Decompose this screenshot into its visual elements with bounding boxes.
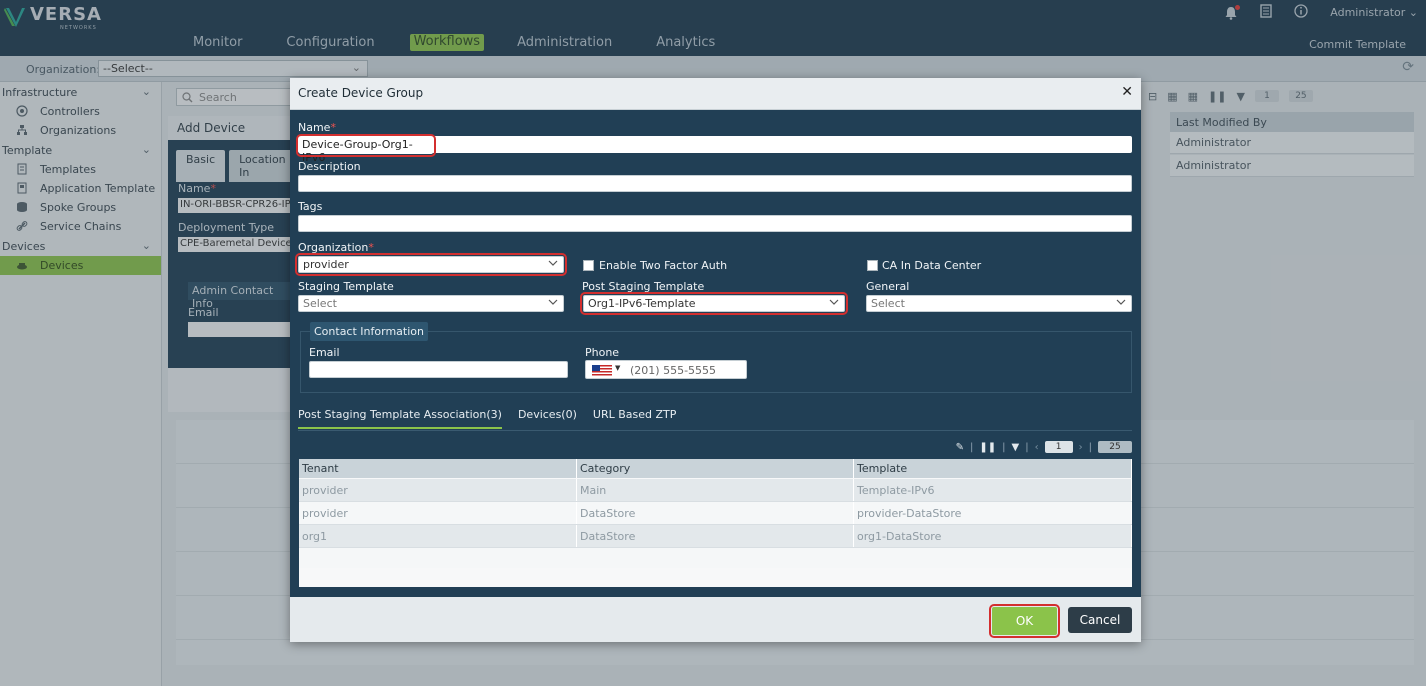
prev-page-icon[interactable]: ‹ (1035, 442, 1039, 453)
contact-phone-label: Phone (585, 346, 620, 359)
page-size-select[interactable]: 25 (1098, 441, 1132, 453)
column-header-tenant[interactable]: Tenant (299, 459, 577, 478)
cell-template: Template-IPv6 (854, 479, 1132, 501)
association-tabs: Post Staging Template Association(3) Dev… (298, 408, 676, 429)
phone-field[interactable]: ▼ (201) 555-5555 (585, 360, 747, 379)
description-field[interactable] (298, 175, 1132, 192)
ca-in-data-center-label: CA In Data Center (882, 259, 982, 272)
post-staging-template-value: Org1-IPv6-Template (588, 297, 696, 310)
grid-toolbar: ✎ | ❚❚ | ▼ | ‹ 1 › | 25 (938, 439, 1132, 455)
column-header-template[interactable]: Template (854, 459, 1132, 478)
us-flag-icon[interactable] (592, 365, 612, 376)
close-icon[interactable]: ✕ (1121, 84, 1133, 100)
filter-icon[interactable]: ▼ (1012, 442, 1020, 453)
staging-template-dropdown[interactable]: Select (298, 295, 564, 312)
dialog-header: Create Device Group ✕ (290, 78, 1141, 110)
toolbar-separator: | (1088, 441, 1092, 453)
cell-template: org1-DataStore (854, 525, 1132, 547)
table-row[interactable]: provider DataStore provider-DataStore (299, 502, 1132, 525)
cancel-button[interactable]: Cancel (1068, 607, 1132, 633)
page-number[interactable]: 1 (1044, 441, 1073, 453)
empty-row (299, 548, 1132, 568)
edit-icon[interactable]: ✎ (956, 442, 964, 453)
two-factor-label: Enable Two Factor Auth (599, 259, 728, 272)
tab-divider (298, 430, 1132, 431)
two-factor-checkbox[interactable] (583, 260, 594, 271)
chevron-down-icon (1116, 299, 1126, 305)
caret-down-icon[interactable]: ▼ (615, 364, 620, 372)
next-page-icon[interactable]: › (1079, 442, 1083, 453)
general-dropdown[interactable]: Select (866, 295, 1132, 312)
tab-url-based-ztp[interactable]: URL Based ZTP (593, 408, 676, 429)
ca-in-data-center-checkbox[interactable] (867, 260, 878, 271)
cell-template: provider-DataStore (854, 502, 1132, 524)
table-row[interactable]: provider Main Template-IPv6 (299, 479, 1132, 502)
ok-button[interactable]: OK (989, 604, 1060, 638)
create-device-group-dialog: Create Device Group ✕ Name* Device-Group… (290, 78, 1141, 642)
chevron-down-icon (829, 299, 839, 305)
phone-placeholder: (201) 555-5555 (630, 364, 717, 377)
description-label: Description (298, 160, 361, 173)
column-header-category[interactable]: Category (577, 459, 854, 478)
name-label: Name* (298, 121, 336, 134)
organization-dropdown-value: provider (303, 258, 349, 271)
post-staging-template-dropdown[interactable]: Org1-IPv6-Template (580, 292, 848, 315)
cell-tenant: provider (299, 479, 577, 501)
staging-template-label: Staging Template (298, 280, 394, 293)
general-value: Select (871, 297, 905, 310)
cell-tenant: org1 (299, 525, 577, 547)
columns-icon[interactable]: ❚❚ (979, 442, 996, 453)
toolbar-separator: | (1002, 441, 1006, 453)
tab-devices[interactable]: Devices(0) (518, 408, 577, 429)
dialog-title: Create Device Group (298, 86, 424, 100)
contact-email-label: Email (309, 346, 340, 359)
cell-category: Main (577, 479, 854, 501)
tags-label: Tags (298, 200, 323, 213)
organization-dropdown[interactable]: provider (295, 253, 567, 276)
staging-template-value: Select (303, 297, 337, 310)
contact-information-title: Contact Information (310, 322, 428, 341)
association-grid: Tenant Category Template provider Main T… (299, 459, 1132, 587)
cell-category: DataStore (577, 525, 854, 547)
table-row[interactable]: org1 DataStore org1-DataStore (299, 525, 1132, 548)
organization-field-label: Organization* (298, 241, 374, 254)
toolbar-separator: | (970, 441, 974, 453)
contact-email-field[interactable] (309, 361, 568, 378)
tags-field[interactable] (298, 215, 1132, 232)
name-field[interactable]: Device-Group-Org1-IPv6 (296, 134, 436, 164)
chevron-down-icon (548, 299, 558, 305)
cell-category: DataStore (577, 502, 854, 524)
cell-tenant: provider (299, 502, 577, 524)
toolbar-separator: | (1025, 441, 1029, 453)
tab-post-staging-template-association[interactable]: Post Staging Template Association(3) (298, 408, 502, 429)
grid-header: Tenant Category Template (299, 459, 1132, 478)
general-label: General (866, 280, 910, 293)
chevron-down-icon (548, 260, 558, 266)
post-staging-template-label: Post Staging Template (582, 280, 705, 293)
